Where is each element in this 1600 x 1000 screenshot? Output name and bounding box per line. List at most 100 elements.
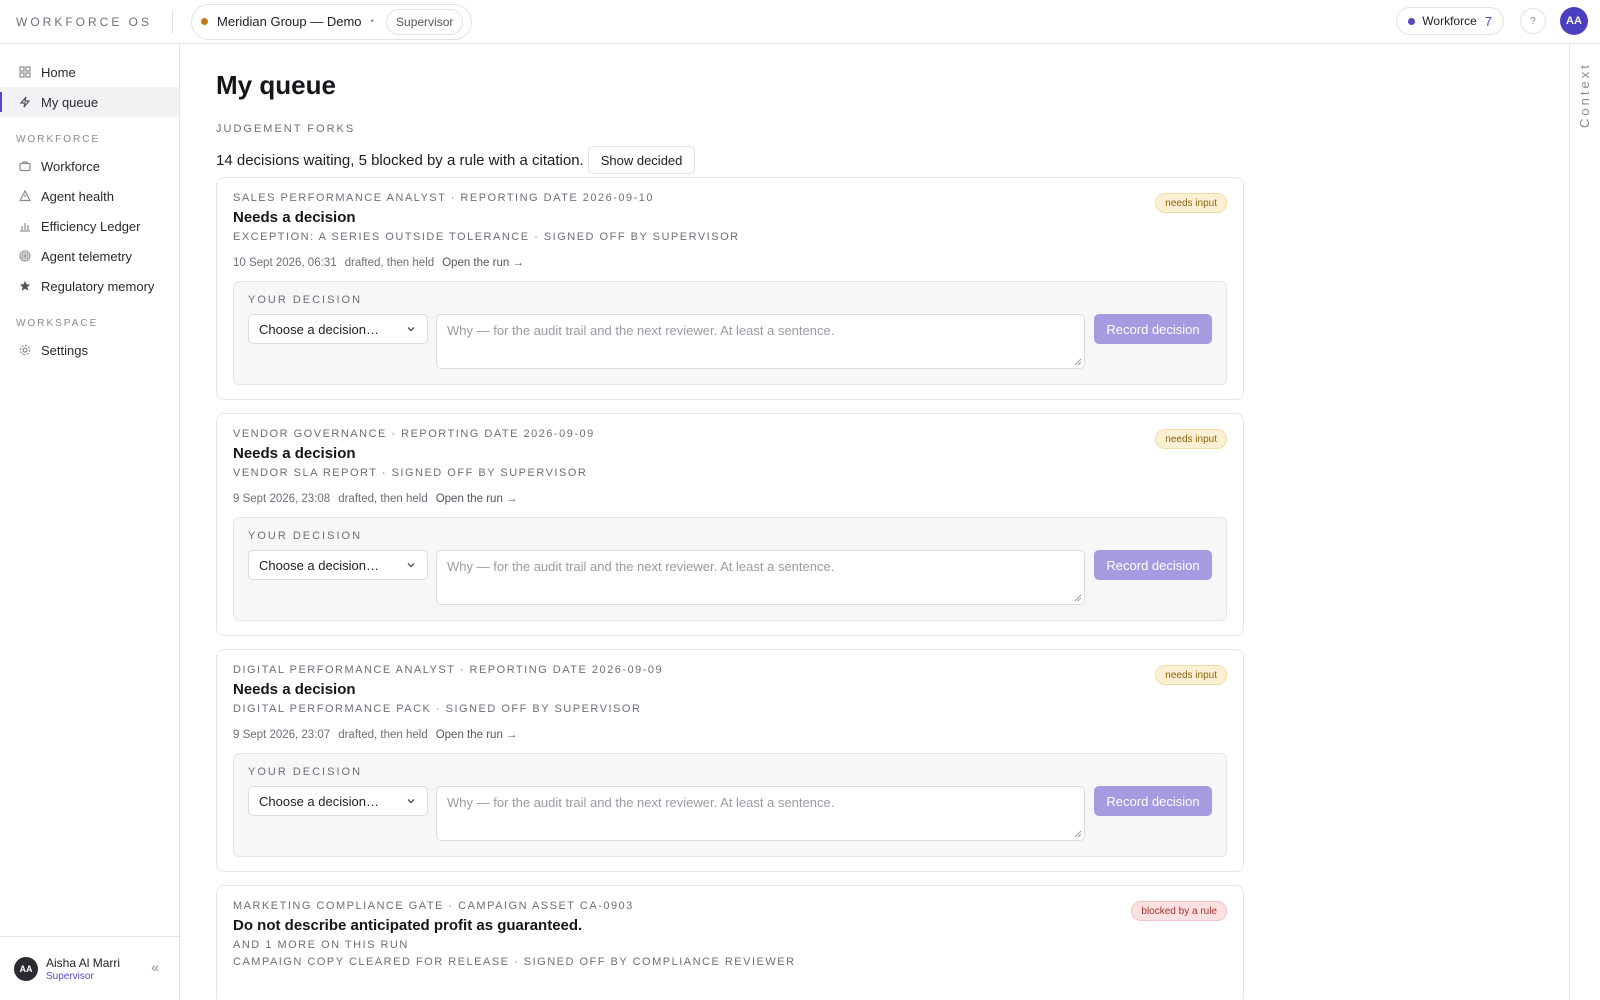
resize-grip-icon[interactable] bbox=[1074, 358, 1082, 366]
decision-select[interactable]: Choose a decision… bbox=[248, 786, 428, 816]
decision-select-value: Choose a decision… bbox=[259, 321, 379, 337]
open-run-link[interactable]: Open the run → bbox=[436, 729, 518, 741]
user-name: Aisha Al Marri bbox=[46, 955, 121, 970]
card-state: drafted, then held bbox=[338, 493, 428, 505]
card-title: Do not describe anticipated profit as gu… bbox=[233, 917, 583, 934]
record-decision-button[interactable]: Record decision bbox=[1094, 550, 1212, 580]
status-badge: blocked by a rule bbox=[1131, 901, 1227, 921]
star-icon bbox=[18, 279, 32, 293]
sidebar-section-workforce: WORKFORCE bbox=[16, 134, 101, 145]
card-title: Needs a decision bbox=[233, 445, 356, 462]
blocked-rule-card: MARKETING COMPLIANCE GATE · CAMPAIGN ASS… bbox=[216, 885, 1244, 1000]
page-title: My queue bbox=[216, 70, 336, 100]
sidebar-item-label: Agent telemetry bbox=[41, 248, 133, 264]
card-meta: 10 Sept 2026, 06:31 drafted, then held O… bbox=[233, 257, 1227, 269]
sidebar-item-label: Workforce bbox=[41, 158, 100, 174]
card-title: Needs a decision bbox=[233, 209, 356, 226]
role-chip[interactable]: Supervisor bbox=[386, 8, 464, 35]
decision-reason-textarea[interactable]: Why — for the audit trail and the next r… bbox=[436, 550, 1085, 605]
decision-select-value: Choose a decision… bbox=[259, 793, 379, 809]
resize-grip-icon[interactable] bbox=[1074, 594, 1082, 602]
brand-wordmark: WORKFORCE OS bbox=[16, 14, 153, 29]
card-timestamp: 10 Sept 2026, 06:31 bbox=[233, 257, 337, 269]
org-separator: • bbox=[370, 16, 375, 27]
bar-chart-icon bbox=[18, 219, 32, 233]
card-timestamp: 9 Sept 2026, 23:08 bbox=[233, 493, 331, 505]
chevron-down-icon bbox=[407, 563, 415, 568]
decision-reason-placeholder: Why — for the audit trail and the next r… bbox=[447, 559, 835, 574]
sidebar-item-label: Efficiency Ledger bbox=[41, 218, 141, 234]
record-decision-button[interactable]: Record decision bbox=[1094, 786, 1212, 816]
sidebar-item-label: Home bbox=[41, 64, 76, 80]
decision-card: VENDOR GOVERNANCE · REPORTING DATE 2026-… bbox=[216, 413, 1244, 636]
decision-reason-textarea[interactable]: Why — for the audit trail and the next r… bbox=[436, 314, 1085, 369]
chevron-down-icon bbox=[407, 327, 415, 332]
sidebar-item-agent-health[interactable]: Agent health bbox=[0, 181, 179, 211]
workforce-count: 7 bbox=[1484, 13, 1492, 29]
sidebar-item-workforce[interactable]: Workforce bbox=[0, 151, 179, 181]
help-icon: ? bbox=[1530, 15, 1536, 27]
card-subtitle: VENDOR SLA REPORT · SIGNED OFF BY SUPERV… bbox=[233, 467, 588, 479]
bolt-icon bbox=[18, 95, 32, 109]
card-subtitle: EXCEPTION: A SERIES OUTSIDE TOLERANCE · … bbox=[233, 231, 740, 243]
decision-row: Choose a decision… Why — for the audit t… bbox=[248, 314, 1212, 369]
card-eyebrow: DIGITAL PERFORMANCE ANALYST · REPORTING … bbox=[233, 664, 664, 676]
decision-reason-placeholder: Why — for the audit trail and the next r… bbox=[447, 795, 835, 810]
decision-select[interactable]: Choose a decision… bbox=[248, 314, 428, 344]
radar-icon bbox=[18, 249, 32, 263]
card-eyebrow: MARKETING COMPLIANCE GATE · CAMPAIGN ASS… bbox=[233, 900, 634, 912]
decision-select-value: Choose a decision… bbox=[259, 557, 379, 573]
decision-card-list: SALES PERFORMANCE ANALYST · REPORTING DA… bbox=[216, 177, 1246, 1000]
decision-reason-textarea[interactable]: Why — for the audit trail and the next r… bbox=[436, 786, 1085, 841]
decision-label: YOUR DECISION bbox=[248, 294, 363, 306]
sidebar-item-efficiency-ledger[interactable]: Efficiency Ledger bbox=[0, 211, 179, 241]
sidebar-item-agent-telemetry[interactable]: Agent telemetry bbox=[0, 241, 179, 271]
context-panel-toggle[interactable]: Context bbox=[1569, 44, 1600, 1000]
workforce-indicator[interactable]: Workforce 7 bbox=[1396, 7, 1504, 35]
card-meta: 9 Sept 2026, 23:08 drafted, then held Op… bbox=[233, 493, 1227, 505]
decision-label: YOUR DECISION bbox=[248, 530, 363, 542]
collapse-sidebar-icon[interactable]: « bbox=[151, 959, 159, 975]
sidebar: Home My queue WORKFORCE Workforce Agent … bbox=[0, 44, 180, 1000]
context-label: Context bbox=[1577, 62, 1592, 128]
help-button[interactable]: ? bbox=[1520, 8, 1546, 34]
org-name: Meridian Group — Demo bbox=[217, 14, 362, 29]
grid-icon bbox=[18, 65, 32, 79]
decision-card: DIGITAL PERFORMANCE ANALYST · REPORTING … bbox=[216, 649, 1244, 872]
card-eyebrow: SALES PERFORMANCE ANALYST · REPORTING DA… bbox=[233, 192, 655, 204]
card-state: drafted, then held bbox=[344, 257, 435, 269]
workforce-status-dot-icon bbox=[1408, 17, 1416, 25]
gear-icon bbox=[18, 343, 32, 357]
user-role: Supervisor bbox=[46, 970, 94, 982]
decision-row: Choose a decision… Why — for the audit t… bbox=[248, 786, 1212, 841]
show-decided-button[interactable]: Show decided bbox=[587, 146, 696, 174]
card-state: drafted, then held bbox=[338, 729, 428, 741]
open-run-link[interactable]: Open the run → bbox=[436, 493, 518, 505]
card-eyebrow: VENDOR GOVERNANCE · REPORTING DATE 2026-… bbox=[233, 428, 595, 440]
sidebar-item-settings[interactable]: Settings bbox=[0, 335, 179, 365]
decision-select[interactable]: Choose a decision… bbox=[248, 550, 428, 580]
top-bar: WORKFORCE OS Meridian Group — Demo • Sup… bbox=[0, 0, 1600, 44]
status-badge: needs input bbox=[1155, 193, 1227, 213]
org-status-dot-icon bbox=[201, 18, 209, 25]
decision-panel: YOUR DECISION Choose a decision… Why — f… bbox=[233, 517, 1227, 621]
brand-divider bbox=[172, 9, 174, 34]
queue-summary-row: 14 decisions waiting, 5 blocked by a rul… bbox=[216, 145, 1246, 175]
decision-label: YOUR DECISION bbox=[248, 766, 363, 778]
open-run-link[interactable]: Open the run → bbox=[442, 257, 524, 269]
section-eyebrow: JUDGEMENT FORKS bbox=[216, 123, 356, 135]
warning-triangle-icon bbox=[18, 189, 32, 203]
org-switcher[interactable]: Meridian Group — Demo • Supervisor bbox=[191, 3, 473, 40]
main-content: My queue JUDGEMENT FORKS 14 decisions wa… bbox=[216, 44, 1246, 1000]
sidebar-item-regulatory-memory[interactable]: Regulatory memory bbox=[0, 271, 179, 301]
sidebar-item-home[interactable]: Home bbox=[0, 57, 179, 87]
user-profile[interactable]: AA Aisha Al Marri Supervisor « bbox=[0, 936, 179, 1000]
sidebar-item-my-queue[interactable]: My queue bbox=[0, 87, 179, 117]
card-more-rules: AND 1 MORE ON THIS RUN bbox=[233, 939, 409, 951]
card-subtitle: CAMPAIGN COPY CLEARED FOR RELEASE · SIGN… bbox=[233, 956, 796, 968]
resize-grip-icon[interactable] bbox=[1074, 830, 1082, 838]
queue-summary: 14 decisions waiting, 5 blocked by a rul… bbox=[216, 151, 584, 169]
user-avatar-button[interactable]: AA bbox=[1560, 7, 1588, 35]
record-decision-button[interactable]: Record decision bbox=[1094, 314, 1212, 344]
card-meta: 9 Sept 2026, 23:07 drafted, then held Op… bbox=[233, 729, 1227, 741]
